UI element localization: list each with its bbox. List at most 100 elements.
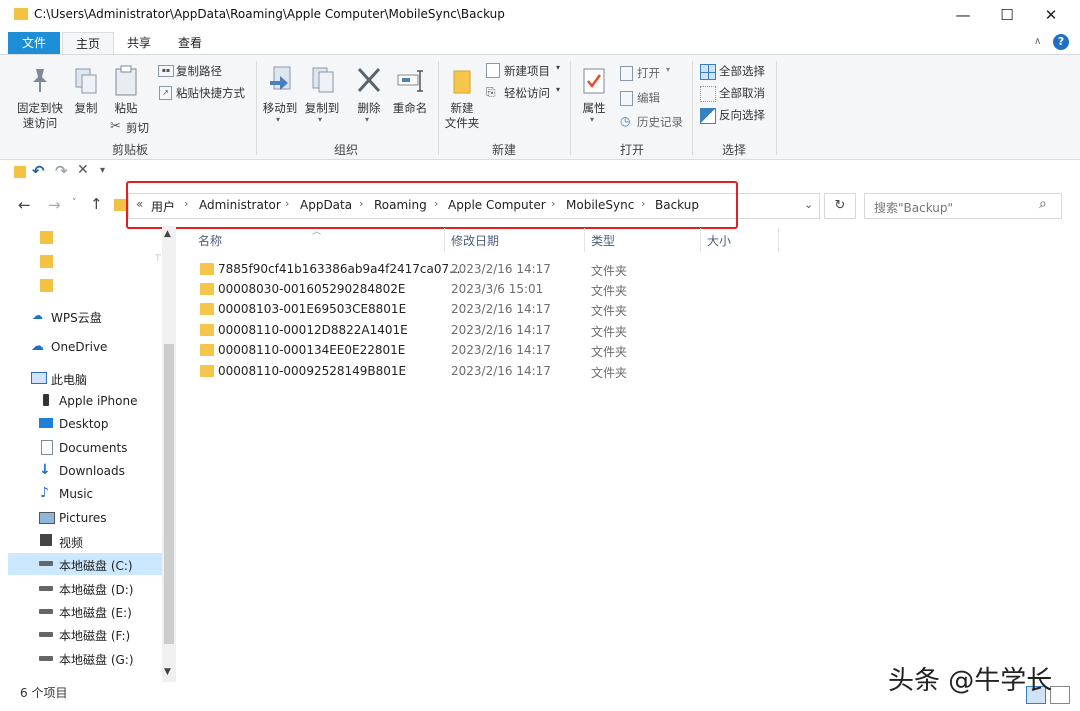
close-button[interactable]: ✕ (1028, 4, 1074, 26)
new-folder-button[interactable]: 新建 文件夹 (442, 63, 482, 135)
invert-selection-button[interactable]: 反向选择 (700, 107, 772, 125)
nav-item-this-pc[interactable]: 此电脑 (0, 367, 162, 389)
copy-button[interactable]: 复制 (70, 63, 102, 123)
pinned-folder-icon[interactable] (40, 255, 53, 268)
tab-file[interactable]: 文件 (8, 32, 61, 54)
back-arrow-icon[interactable]: ← (18, 196, 31, 214)
ribbon: 固定到快 速访问 复制 粘贴 ▪▪ 复制路径 ↗ 粘贴快捷方式 ✂ 剪切 剪贴板… (0, 54, 1080, 160)
address-dropdown-icon[interactable]: ⌄ (804, 198, 813, 211)
address-highlight (126, 181, 738, 229)
undo-icon[interactable]: ↶ (32, 162, 45, 180)
open-button[interactable]: 打开 ▾ (620, 65, 680, 83)
pinned-folder-icon[interactable] (40, 231, 53, 244)
file-type: 文件夹 (591, 345, 628, 359)
paste-button[interactable]: 粘贴 (108, 63, 144, 123)
tab-view[interactable]: 查看 (165, 32, 215, 54)
nav-item-iphone[interactable]: Apple iPhone (0, 390, 162, 412)
nav-item-wps[interactable]: ☁ WPS云盘 (0, 305, 162, 327)
nav-item-music[interactable]: ♪ Music (0, 483, 162, 505)
pin-quick-access-button[interactable]: 固定到快 速访问 (12, 63, 68, 133)
history-button[interactable]: ◷ 历史记录 (620, 114, 690, 132)
refresh-icon[interactable]: ↻ (824, 193, 856, 219)
table-row[interactable]: 00008103-001E69503CE8801E 2023/2/16 14:1… (196, 299, 796, 319)
rename-icon (397, 70, 423, 92)
column-header-date[interactable]: 修改日期 (451, 232, 499, 249)
nav-item-pictures[interactable]: Pictures (0, 507, 162, 529)
pinned-folder-icon[interactable] (40, 279, 53, 292)
nav-item-disk-g[interactable]: 本地磁盘 (G:) (0, 647, 162, 669)
dropdown-arrow-icon: ▾ (365, 115, 370, 124)
forward-arrow-icon[interactable]: → (48, 196, 61, 214)
nav-item-downloads[interactable]: ↓ Downloads (0, 460, 162, 482)
nav-item-desktop[interactable]: Desktop (0, 413, 162, 435)
new-item-icon (486, 63, 500, 78)
help-icon[interactable]: ? (1053, 34, 1069, 50)
move-to-icon (270, 66, 291, 90)
open-icon (620, 66, 633, 81)
group-separator (776, 61, 777, 155)
select-all-button[interactable]: 全部选择 (700, 63, 772, 81)
group-label-organize: 组织 (333, 143, 358, 157)
rename-button[interactable]: 重命名 (390, 63, 430, 133)
new-item-button[interactable]: 新建项目 ▾ (486, 63, 566, 81)
nav-item-videos[interactable]: 视频 (0, 530, 162, 552)
download-arrow-icon: ↓ (39, 462, 51, 478)
edit-button[interactable]: 编辑 (620, 90, 670, 108)
group-label-new: 新建 (491, 143, 516, 157)
search-input[interactable]: 搜索"Backup" ⌕ (864, 193, 1062, 219)
scroll-up-icon[interactable]: ▲ (164, 229, 171, 239)
table-row[interactable]: 00008110-000134EE0E22801E 2023/2/16 14:1… (196, 340, 796, 360)
select-none-button[interactable]: 全部取消 (700, 85, 772, 103)
properties-button[interactable]: 属性 ▾ (576, 63, 612, 135)
minimize-button[interactable]: — (940, 4, 986, 26)
column-header-size[interactable]: 大小 (707, 232, 731, 249)
customize-toolbar-icon[interactable]: ▾ (100, 165, 105, 176)
nav-item-documents[interactable]: Documents (0, 437, 162, 459)
easy-access-button[interactable]: ⎘ 轻松访问 ▾ (486, 85, 566, 103)
column-header-name[interactable]: 名称 (198, 232, 222, 249)
drive-icon (39, 656, 53, 661)
copy-to-button[interactable]: 复制到 ▾ (302, 63, 342, 133)
folder-icon (114, 199, 126, 211)
column-separator[interactable] (700, 228, 701, 252)
window-title: C:\Users\Administrator\AppData\Roaming\A… (34, 7, 505, 21)
computer-icon (31, 372, 47, 384)
column-separator[interactable] (444, 228, 445, 252)
large-icons-view-icon[interactable] (1050, 686, 1070, 704)
table-row[interactable]: 00008110-00092528149B801E 2023/2/16 14:1… (196, 361, 796, 381)
maximize-button[interactable]: ☐ (984, 4, 1030, 26)
nav-item-disk-d[interactable]: 本地磁盘 (D:) (0, 577, 162, 599)
paste-shortcut-button[interactable]: ↗ 粘贴快捷方式 (158, 85, 254, 103)
tab-home[interactable]: 主页 (62, 32, 115, 55)
table-row[interactable]: 00008030-001605290284802E 2023/3/6 15:01… (196, 279, 796, 299)
desktop-icon (39, 418, 53, 428)
file-type: 文件夹 (591, 284, 628, 298)
group-separator (570, 61, 571, 155)
nav-scrollbar-thumb[interactable] (164, 344, 174, 644)
file-name: 7885f90cf41b163386ab9a4f2417ca07... (218, 262, 461, 276)
nav-item-onedrive[interactable]: ☁ OneDrive (0, 336, 162, 358)
dropdown-arrow-icon: ▾ (556, 85, 561, 94)
properties-check-icon (583, 68, 605, 94)
tab-share[interactable]: 共享 (114, 32, 164, 54)
column-header-type[interactable]: 类型 (591, 232, 615, 249)
table-row[interactable]: 00008110-00012D8822A1401E 2023/2/16 14:1… (196, 320, 796, 340)
scroll-down-icon[interactable]: ▼ (164, 667, 171, 677)
collapse-ribbon-icon[interactable]: ∧ (1034, 36, 1041, 47)
redo-icon[interactable]: ↷ (55, 162, 68, 180)
recent-locations-icon[interactable]: ˅ (72, 198, 77, 208)
copy-path-button[interactable]: ▪▪ 复制路径 (158, 63, 238, 81)
nav-item-disk-c[interactable]: 本地磁盘 (C:) (8, 553, 162, 575)
nav-item-disk-f[interactable]: 本地磁盘 (F:) (0, 623, 162, 645)
search-icon[interactable]: ⌕ (1039, 196, 1047, 212)
delete-icon[interactable]: ✕ (77, 162, 89, 178)
move-to-button[interactable]: 移动到 ▾ (260, 63, 300, 133)
cut-button[interactable]: ✂ 剪切 (110, 119, 158, 137)
nav-item-disk-e[interactable]: 本地磁盘 (E:) (0, 600, 162, 622)
table-row[interactable]: 7885f90cf41b163386ab9a4f2417ca07... 2023… (196, 259, 796, 279)
column-separator[interactable] (584, 228, 585, 252)
column-separator[interactable] (778, 228, 779, 252)
delete-button[interactable]: 删除 ▾ (352, 63, 386, 133)
select-all-icon (700, 64, 716, 80)
up-arrow-icon[interactable]: ↑ (90, 195, 103, 213)
